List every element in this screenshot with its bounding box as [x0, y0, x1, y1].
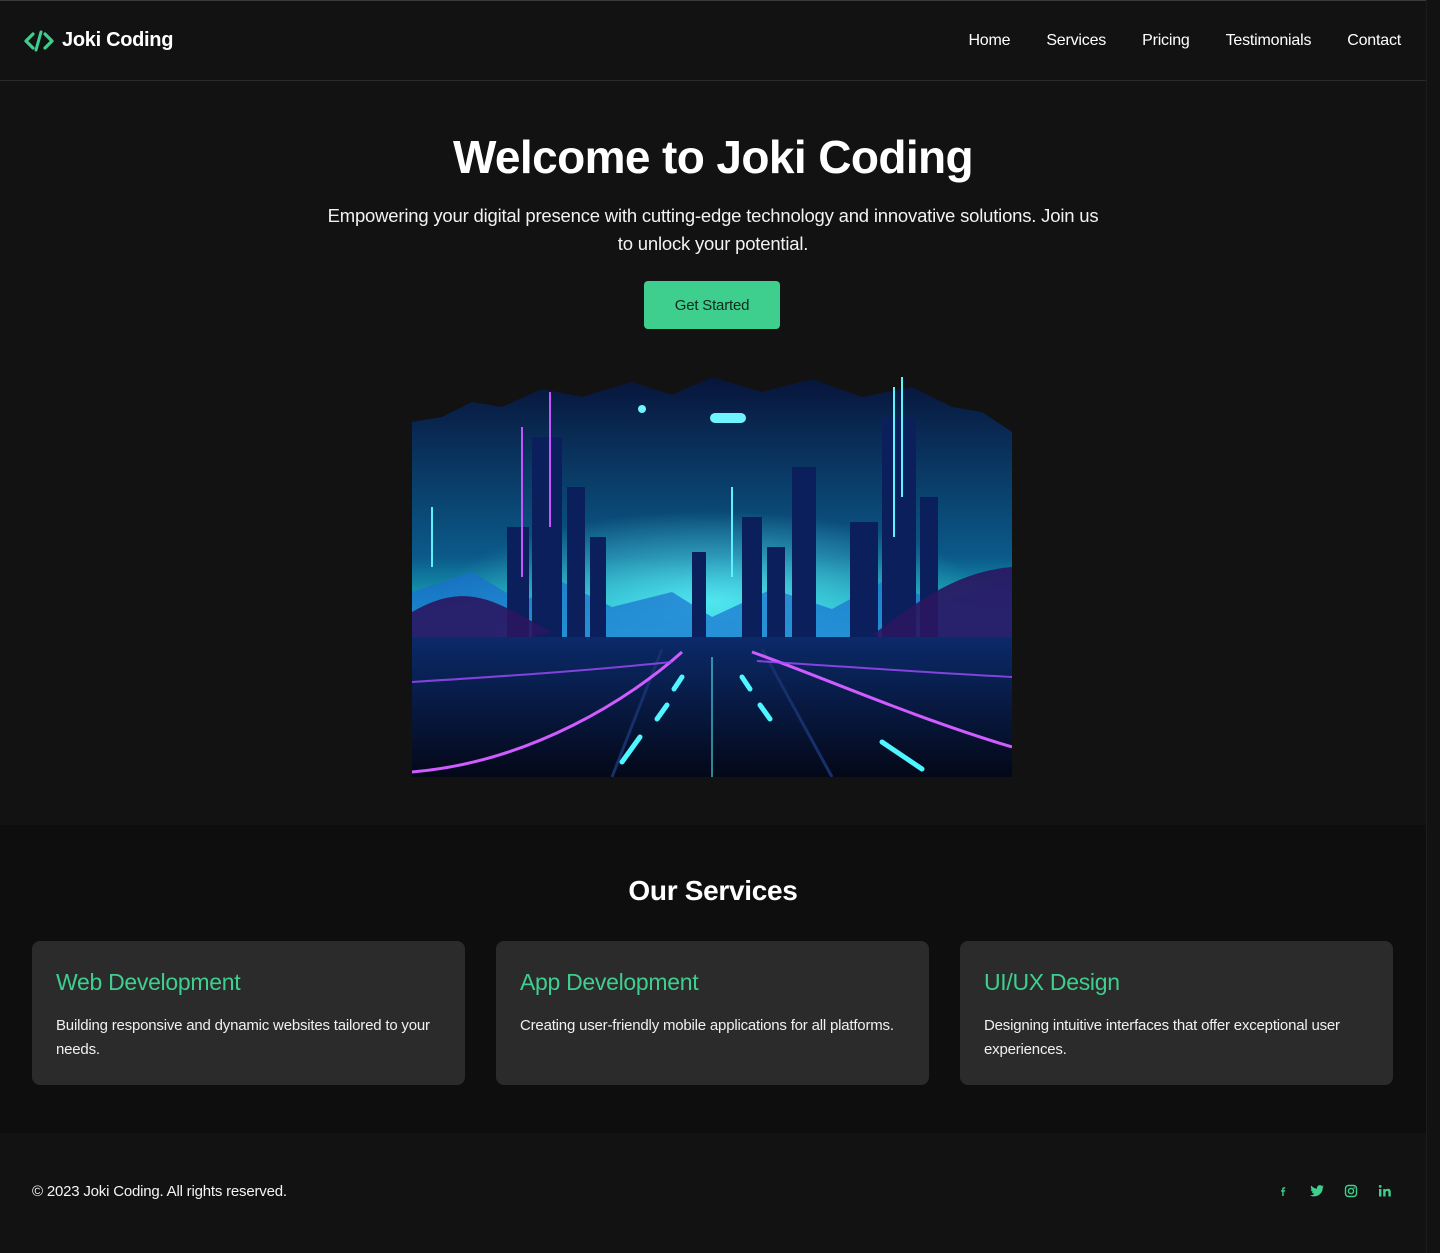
nav-link-pricing[interactable]: Pricing: [1142, 32, 1190, 50]
hero-image: [412, 377, 1012, 777]
vertical-scrollbar[interactable]: [1426, 0, 1440, 1253]
facebook-link[interactable]: [1275, 1183, 1291, 1199]
nav-link-testimonials[interactable]: Testimonials: [1226, 32, 1312, 50]
service-card-description: Building responsive and dynamic websites…: [56, 1017, 430, 1058]
service-card-web-development: Web Development Building responsive and …: [32, 941, 465, 1085]
get-started-button[interactable]: Get Started: [644, 281, 780, 329]
nav-link-services[interactable]: Services: [1046, 32, 1106, 50]
social-links: [1275, 1183, 1393, 1199]
service-card-title: App Development: [520, 969, 699, 995]
logo[interactable]: Joki Coding: [24, 29, 173, 52]
service-card-description: Creating user-friendly mobile applicatio…: [520, 1017, 894, 1034]
facebook-icon: [1281, 1187, 1286, 1196]
code-brackets-icon: [24, 30, 54, 51]
services-section: Our Services Web Development Building re…: [0, 825, 1426, 1133]
copyright-text: © 2023 Joki Coding. All rights reserved.: [32, 1183, 287, 1200]
page: Joki Coding Home Services Pricing Testim…: [0, 0, 1426, 1253]
twitter-link[interactable]: [1309, 1183, 1325, 1199]
site-footer: © 2023 Joki Coding. All rights reserved.: [0, 1133, 1426, 1253]
linkedin-link[interactable]: [1377, 1183, 1393, 1199]
twitter-icon: [1309, 1185, 1324, 1197]
instagram-icon: [1344, 1184, 1358, 1198]
site-header: Joki Coding Home Services Pricing Testim…: [0, 1, 1426, 81]
nav-link-contact[interactable]: Contact: [1347, 32, 1401, 50]
service-card-app-development: App Development Creating user-friendly m…: [496, 941, 929, 1085]
service-card-title: UI/UX Design: [984, 969, 1120, 995]
instagram-link[interactable]: [1343, 1183, 1359, 1199]
linkedin-icon: [1378, 1185, 1391, 1197]
brand-name: Joki Coding: [62, 29, 174, 51]
hero-section: Welcome to Joki Coding Empowering your d…: [0, 81, 1426, 825]
hero-subtitle: Empowering your digital presence with cu…: [327, 205, 1099, 254]
nav-link-home[interactable]: Home: [968, 32, 1010, 50]
service-card-description: Designing intuitive interfaces that offe…: [984, 1017, 1340, 1058]
services-title: Our Services: [628, 875, 798, 906]
main-nav: Home Services Pricing Testimonials Conta…: [968, 32, 1401, 50]
service-card-title: Web Development: [56, 969, 241, 995]
hero-title: Welcome to Joki Coding: [452, 131, 974, 183]
service-card-ui-ux-design: UI/UX Design Designing intuitive interfa…: [960, 941, 1393, 1085]
